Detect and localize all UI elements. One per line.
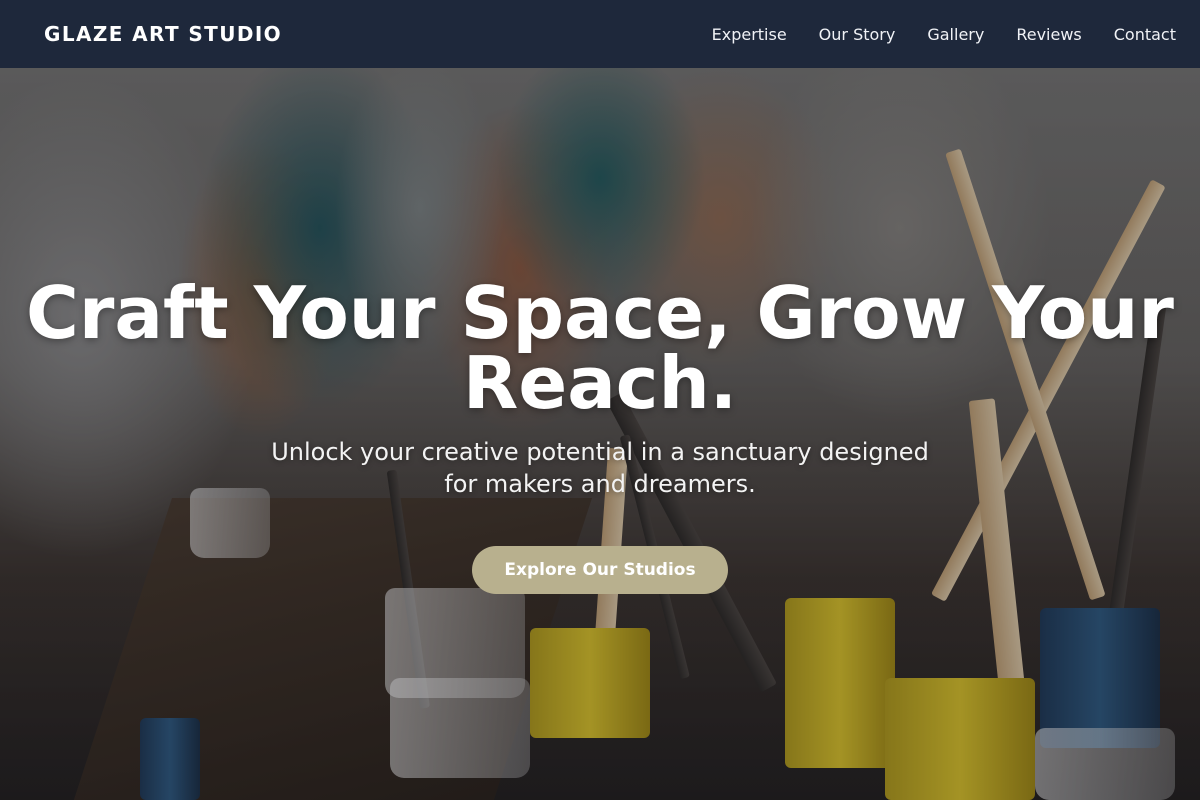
nav-item-reviews: Reviews: [1016, 25, 1081, 44]
brand-logo-text[interactable]: GLAZE ART STUDIO: [44, 22, 282, 46]
nav-item-gallery: Gallery: [927, 25, 984, 44]
hero-content: Craft Your Space, Grow Your Reach. Unloc…: [0, 271, 1200, 594]
nav-item-contact: Contact: [1114, 25, 1176, 44]
navbar: GLAZE ART STUDIO Expertise Our Story Gal…: [0, 0, 1200, 68]
nav-link-our-story[interactable]: Our Story: [819, 25, 896, 44]
hero-subtitle: Unlock your creative potential in a sanc…: [271, 438, 929, 498]
nav-item-our-story: Our Story: [819, 25, 896, 44]
nav-links: Expertise Our Story Gallery Reviews Cont…: [712, 25, 1176, 44]
explore-studios-button[interactable]: Explore Our Studios: [472, 546, 728, 594]
hero-title: Craft Your Space, Grow Your Reach.: [26, 271, 1174, 425]
nav-link-expertise[interactable]: Expertise: [712, 25, 787, 44]
nav-item-expertise: Expertise: [712, 25, 787, 44]
nav-link-reviews[interactable]: Reviews: [1016, 25, 1081, 44]
hero-section: Craft Your Space, Grow Your Reach. Unloc…: [0, 68, 1200, 800]
nav-link-gallery[interactable]: Gallery: [927, 25, 984, 44]
nav-link-contact[interactable]: Contact: [1114, 25, 1176, 44]
